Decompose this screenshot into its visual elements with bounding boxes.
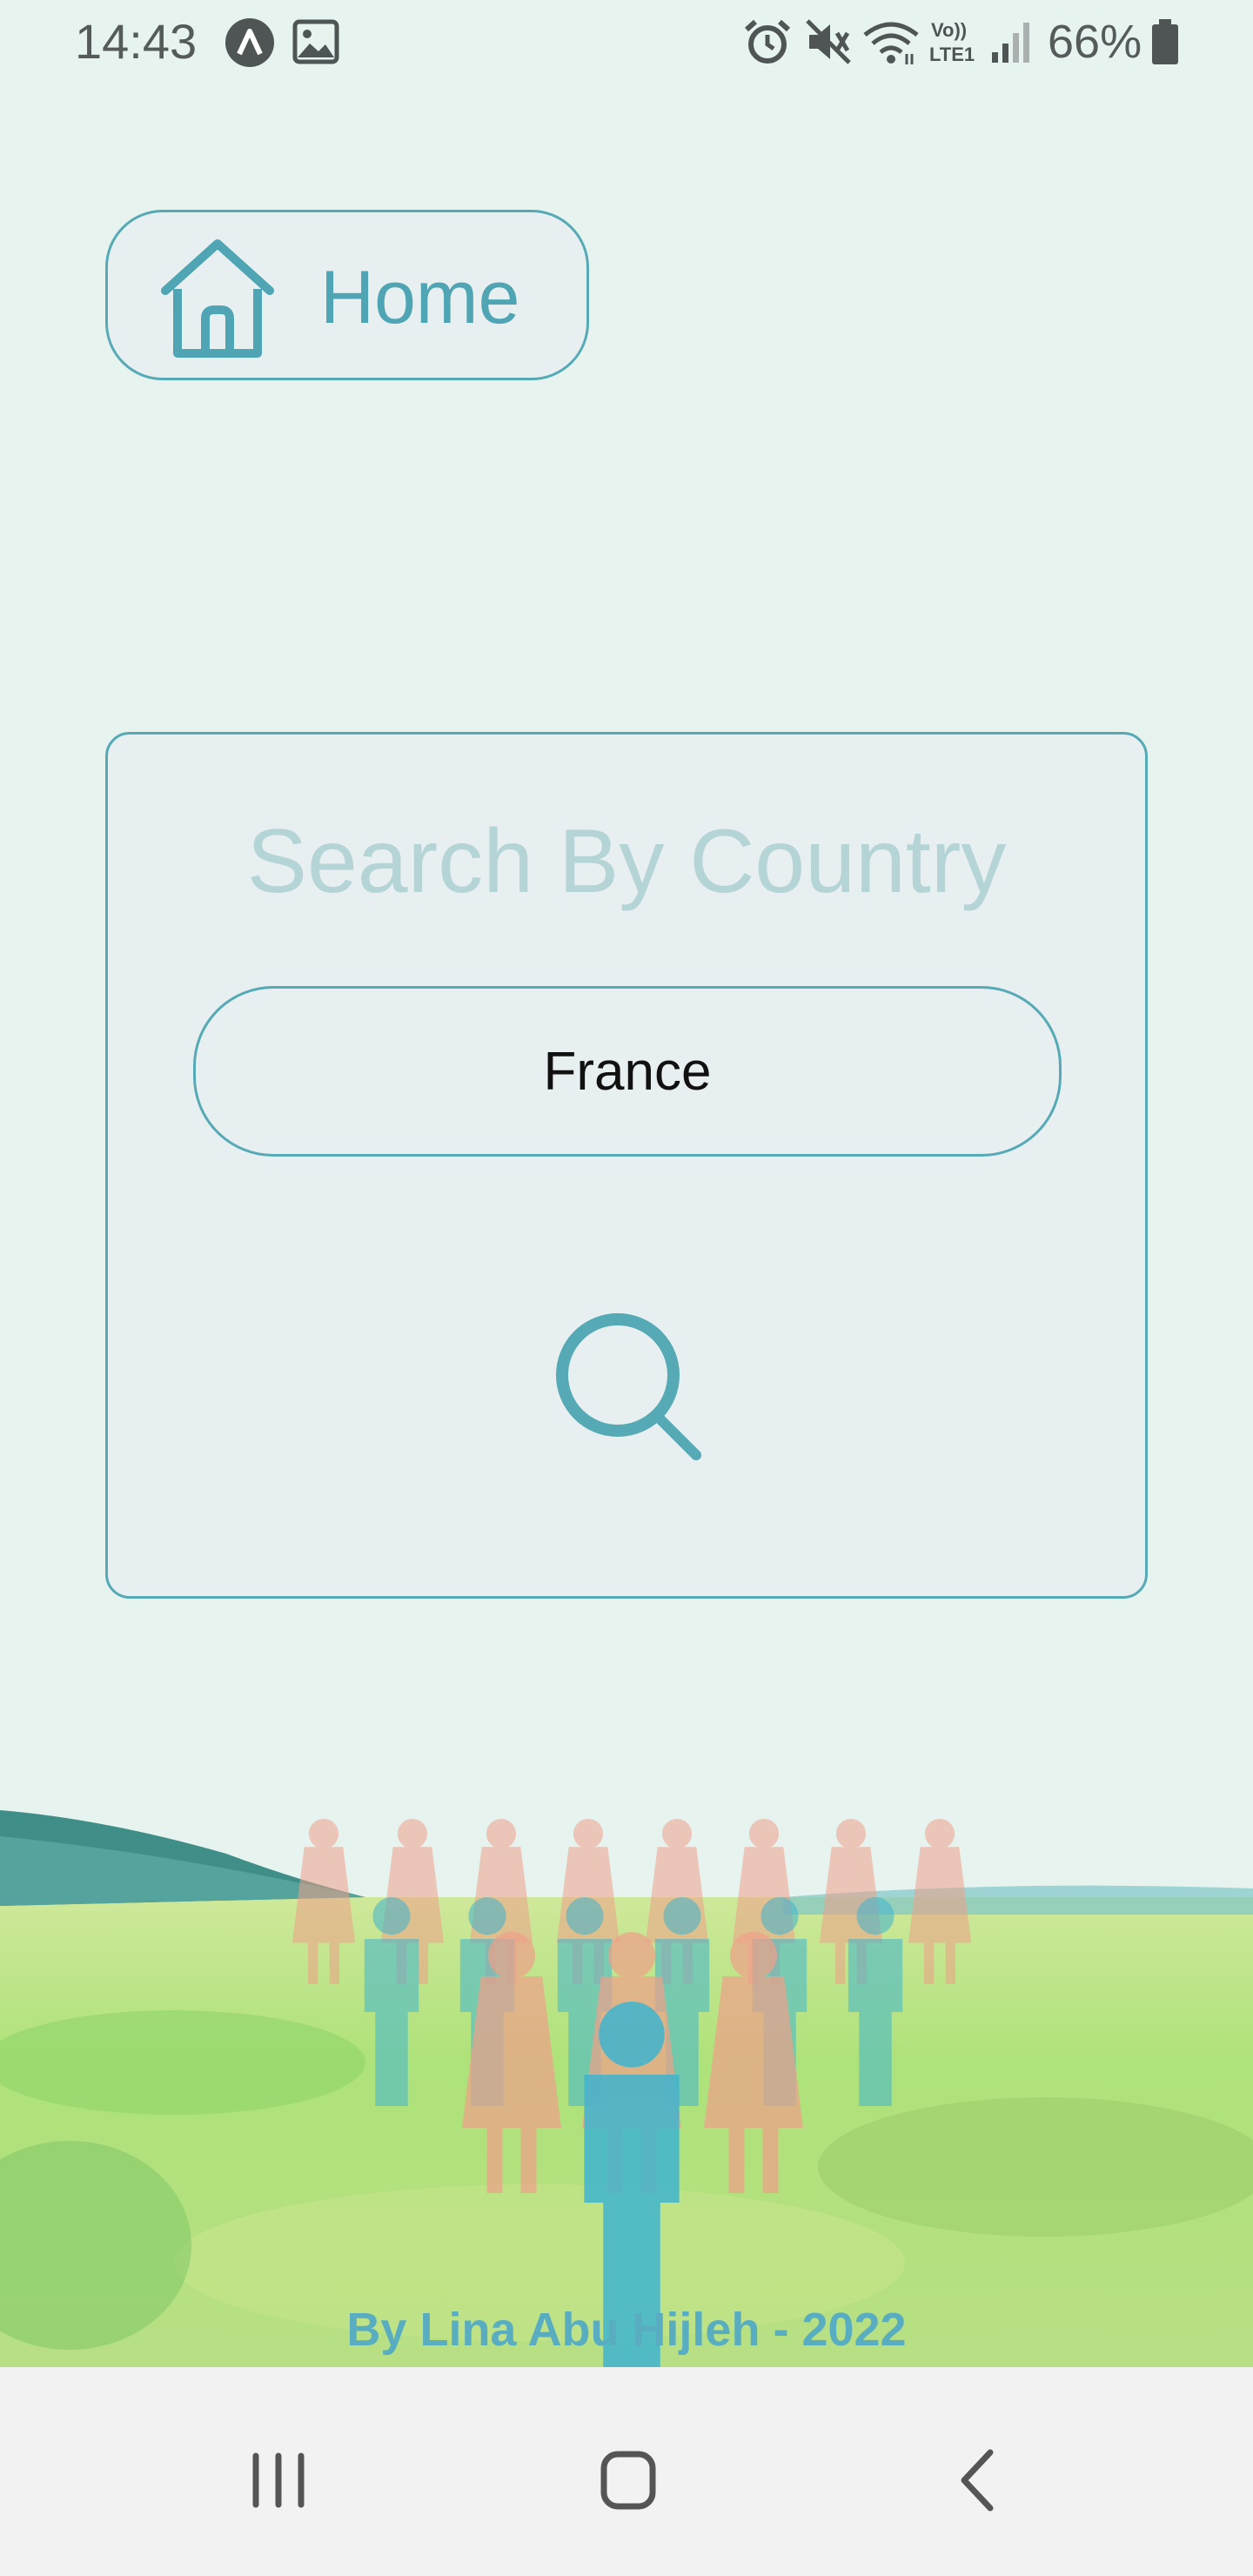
credit-text: By Lina Abu Hijleh - 2022 bbox=[346, 2304, 907, 2356]
status-time: 14:43 bbox=[75, 14, 198, 69]
country-input[interactable] bbox=[193, 986, 1062, 1157]
search-title: Search By Country bbox=[246, 811, 1007, 912]
landscape-illustration bbox=[0, 1810, 1253, 2367]
status-bar: 14:43 Vo)) LTE1 66% bbox=[0, 0, 1253, 84]
volte-icon: Vo)) LTE1 bbox=[929, 19, 975, 65]
home-label: Home bbox=[320, 256, 520, 339]
search-card: Search By Country bbox=[105, 732, 1148, 1599]
mute-icon bbox=[806, 19, 851, 64]
wifi-icon bbox=[863, 22, 919, 64]
recent-apps-icon[interactable] bbox=[226, 2437, 331, 2524]
home-nav-icon[interactable] bbox=[576, 2437, 680, 2524]
home-icon bbox=[161, 239, 274, 358]
navigation-bar bbox=[0, 2367, 1253, 2576]
svg-text:LTE1: LTE1 bbox=[929, 44, 975, 65]
search-icon bbox=[556, 1313, 701, 1460]
home-button[interactable]: Home bbox=[105, 210, 589, 380]
search-button[interactable] bbox=[543, 1300, 717, 1474]
alarm-icon bbox=[744, 19, 791, 64]
signal-icon bbox=[992, 23, 1029, 63]
battery-icon bbox=[1152, 19, 1178, 64]
back-icon[interactable] bbox=[926, 2437, 1030, 2524]
image-notification-icon bbox=[292, 19, 339, 64]
svg-text:Vo)): Vo)) bbox=[931, 19, 967, 41]
app-notification-icon bbox=[225, 18, 274, 67]
battery-percent: 66% bbox=[1048, 16, 1142, 68]
app-screen: 14:43 Vo)) LTE1 66% Home Search By Count… bbox=[0, 0, 1253, 2576]
